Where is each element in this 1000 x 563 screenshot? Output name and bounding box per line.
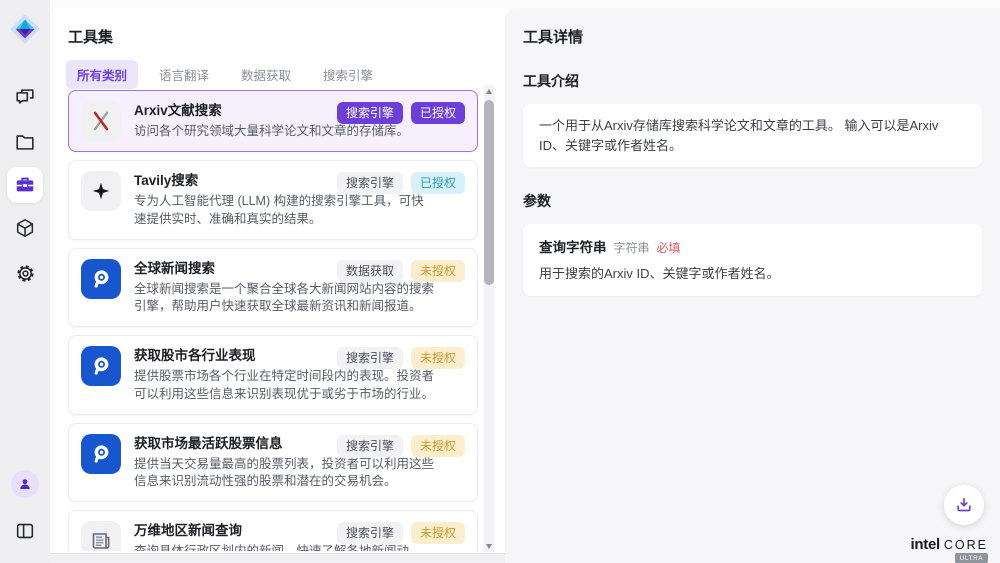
tool-card[interactable]: 万维地区新闻查询查询具体行政区划内的新闻，快速了解各地新闻动搜索引擎未授权 — [68, 510, 478, 551]
tool-description: 提供当天交易量最高的股票列表，投资者可以利用这些信息来识别流动性强的股票和潜在的… — [134, 456, 436, 492]
badge: 未授权 — [411, 260, 465, 282]
sidebar-bottom-group — [0, 464, 50, 551]
tool-badges: 搜索引擎未授权 — [337, 435, 465, 457]
badge: 未授权 — [411, 522, 465, 544]
tool-description: 全球新闻搜索是一个聚合全球各大新闻网站内容的搜索引擎，帮助用户快速获取全球最新资… — [134, 281, 436, 317]
tab-all-categories[interactable]: 所有类别 — [66, 60, 138, 89]
params-heading: 参数 — [523, 191, 982, 211]
intel-core-logo: intel COREULTRA — [911, 536, 988, 553]
news-search-icon — [81, 259, 121, 299]
parameter-type: 字符串 — [614, 239, 650, 256]
badge: 搜索引擎 — [337, 172, 403, 194]
user-icon — [11, 470, 39, 498]
badge: 搜索引擎 — [337, 102, 403, 124]
sidebar-item-chat[interactable] — [5, 77, 45, 117]
badge: 数据获取 — [337, 260, 403, 282]
triangle-down-icon — [486, 544, 492, 549]
ultra-badge: ULTRA — [955, 553, 988, 563]
avatar — [11, 470, 39, 498]
tool-description: 查询具体行政区划内的新闻，快速了解各地新闻动 — [134, 543, 436, 551]
tools-panel-title: 工具集 — [68, 26, 113, 47]
sidebar-item-folder[interactable] — [5, 122, 45, 162]
download-icon — [954, 495, 974, 515]
sidebar-top-group — [0, 77, 50, 293]
category-tabs: 所有类别语言翻译数据获取搜索引擎 — [66, 60, 384, 89]
toolbox-icon — [14, 174, 36, 196]
core-wordmark: COREULTRA — [944, 538, 988, 552]
triangle-up-icon — [486, 89, 492, 94]
sidebar-item-account[interactable] — [5, 464, 45, 504]
badge: 搜索引擎 — [337, 435, 403, 457]
tool-badges: 搜索引擎未授权 — [337, 522, 465, 544]
arxiv-icon — [81, 101, 121, 141]
tool-description: 访问各个研究领域大量科学论文和文章的存储库。 — [134, 123, 436, 141]
download-button[interactable] — [944, 485, 984, 525]
tool-card[interactable]: 获取市场最活跃股票信息提供当天交易量最高的股票列表，投资者可以利用这些信息来识别… — [68, 423, 478, 503]
tool-card[interactable]: 获取股市各行业表现提供股票市场各个行业在特定时间段内的表现。投资者可以利用这些信… — [68, 335, 478, 415]
badge: 搜索引擎 — [337, 522, 403, 544]
tool-badges: 搜索引擎未授权 — [337, 347, 465, 369]
scrollbar-down-button[interactable] — [484, 540, 494, 552]
intro-text: 一个用于从Arxiv存储库搜索科学论文和文章的工具。 输入可以是Arxiv ID… — [539, 116, 966, 155]
intro-heading: 工具介绍 — [523, 71, 982, 91]
scrollbar-thumb[interactable] — [484, 100, 494, 285]
tool-badges: 数据获取未授权 — [337, 260, 465, 282]
badge: 已授权 — [411, 172, 465, 194]
tool-card[interactable]: Arxiv文献搜索访问各个研究领域大量科学论文和文章的存储库。搜索引擎已授权 — [68, 90, 478, 152]
gear-icon — [14, 262, 37, 285]
tool-details-panel: 工具详情 工具介绍 一个用于从Arxiv存储库搜索科学论文和文章的工具。 输入可… — [505, 8, 1000, 563]
tab-2[interactable]: 数据获取 — [230, 60, 302, 89]
tool-card[interactable]: Tavily搜索专为人工智能代理 (LLM) 构建的搜索引擎工具，可快速提供实时… — [68, 160, 478, 240]
parameter-description: 用于搜索的Arxiv ID、关键字或作者姓名。 — [539, 264, 966, 284]
tab-1[interactable]: 语言翻译 — [148, 60, 220, 89]
scrollbar-up-button[interactable] — [484, 85, 494, 97]
intel-wordmark: intel — [911, 536, 940, 553]
sidebar-item-toolbox[interactable] — [7, 167, 43, 203]
newspaper-icon — [81, 521, 121, 551]
tavily-icon — [81, 171, 121, 211]
sidebar-item-cube[interactable] — [5, 208, 45, 248]
tab-3[interactable]: 搜索引擎 — [312, 60, 384, 89]
sidebar-item-settings[interactable] — [5, 253, 45, 293]
tool-description: 专为人工智能代理 (LLM) 构建的搜索引擎工具，可快速提供实时、准确和真实的结… — [134, 193, 436, 229]
tool-list: Arxiv文献搜索访问各个研究领域大量科学论文和文章的存储库。搜索引擎已授权 Ta… — [68, 90, 478, 551]
app-sidebar — [0, 0, 50, 563]
parameter-card: 查询字符串 字符串 必填 用于搜索的Arxiv ID、关键字或作者姓名。 — [523, 224, 982, 296]
folder-icon — [14, 131, 36, 153]
tools-scrollbar[interactable] — [484, 85, 494, 552]
sidebar-item-panels[interactable] — [5, 511, 45, 551]
tool-description: 提供股票市场各个行业在特定时间段内的表现。投资者可以利用这些信息来识别表现优于或… — [134, 368, 436, 404]
intro-card: 一个用于从Arxiv存储库搜索科学论文和文章的工具。 输入可以是Arxiv ID… — [523, 104, 982, 167]
chat-icon — [14, 86, 36, 108]
parameter-name: 查询字符串 — [539, 236, 607, 256]
badge: 未授权 — [411, 347, 465, 369]
parameter-required-flag: 必填 — [657, 239, 681, 256]
gem-logo-icon — [8, 12, 42, 46]
tool-card[interactable]: 全球新闻搜索全球新闻搜索是一个聚合全球各大新闻网站内容的搜索引擎，帮助用户快速获… — [68, 248, 478, 328]
badge: 搜索引擎 — [337, 347, 403, 369]
tool-badges: 搜索引擎已授权 — [337, 102, 465, 124]
badge: 已授权 — [411, 102, 465, 124]
tools-panel: 工具集 所有类别语言翻译数据获取搜索引擎 Arxiv文献搜索访问各个研究领域大量… — [50, 8, 505, 563]
details-title: 工具详情 — [523, 26, 982, 47]
badge: 未授权 — [411, 435, 465, 457]
app-logo — [8, 12, 42, 46]
list-bottom-divider — [50, 553, 505, 563]
panels-icon — [14, 520, 36, 542]
news-search-icon — [81, 434, 121, 474]
news-search-icon — [81, 346, 121, 386]
cube-icon — [14, 217, 36, 239]
tool-badges: 搜索引擎已授权 — [337, 172, 465, 194]
